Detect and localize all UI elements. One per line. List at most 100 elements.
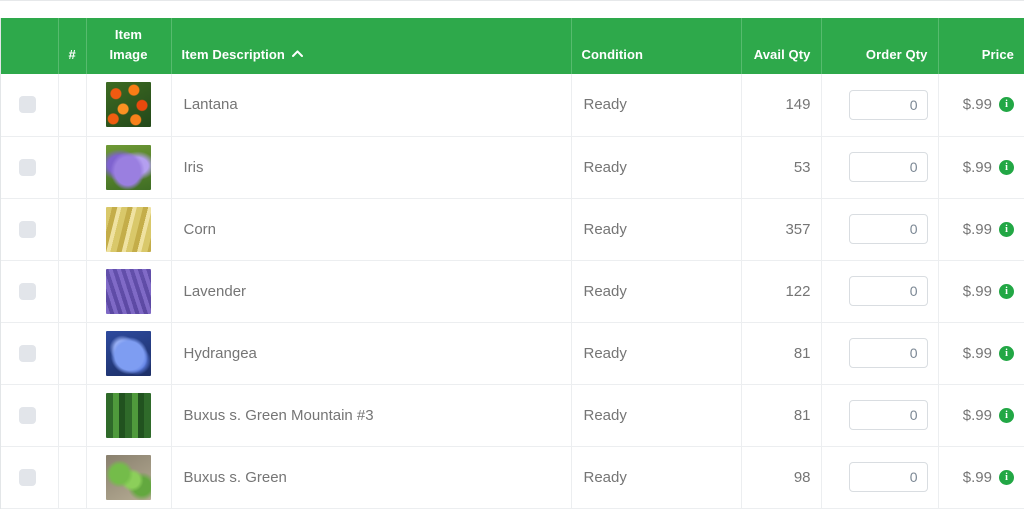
row-item-description-cell[interactable]: Corn (171, 198, 572, 261)
row-order-qty-cell[interactable] (821, 446, 939, 509)
top-divider (0, 0, 1024, 1)
row-avail-qty-cell: 81 (741, 384, 822, 447)
row-select-cell[interactable] (1, 322, 59, 385)
row-select-checkbox[interactable] (19, 344, 36, 362)
lavender-thumbnail[interactable] (106, 268, 151, 314)
row-avail-qty-cell: 357 (741, 198, 822, 261)
row-avail-qty-cell: 122 (741, 260, 822, 323)
row-avail-qty-cell: 98 (741, 446, 822, 509)
row-order-qty-cell[interactable] (821, 198, 939, 261)
row-image-cell[interactable] (86, 446, 172, 509)
row-image-cell[interactable] (86, 74, 172, 137)
order-qty-input[interactable] (848, 89, 928, 120)
row-price-cell: $.99 i (938, 322, 1024, 385)
row-order-qty-cell[interactable] (821, 74, 939, 137)
order-qty-input[interactable] (848, 276, 928, 306)
row-item-description-text: Iris (183, 158, 204, 176)
column-header-item-image[interactable]: Item Image (86, 18, 172, 74)
hydrangea-thumbnail[interactable] (106, 330, 151, 376)
iris-thumbnail[interactable] (106, 144, 151, 190)
lantana-thumbnail[interactable] (106, 82, 151, 128)
row-order-qty-cell[interactable] (821, 322, 939, 385)
row-item-description-cell[interactable]: Hydrangea (171, 322, 572, 385)
buxus-green-thumbnail[interactable] (106, 454, 151, 500)
row-select-checkbox[interactable] (19, 220, 36, 238)
row-item-description-cell[interactable]: Lavender (171, 260, 572, 323)
row-order-qty-cell[interactable] (821, 260, 939, 323)
row-select-cell[interactable] (1, 74, 59, 137)
row-select-checkbox[interactable] (19, 158, 36, 176)
price-group: $.99 i (949, 385, 1014, 446)
order-qty-input[interactable] (848, 462, 928, 492)
row-select-cell[interactable] (1, 384, 59, 447)
row-select-cell[interactable] (1, 446, 59, 509)
table-row[interactable]: Buxus s. Green Mountain #3 Ready81 $.99 i (1, 384, 1024, 447)
row-item-description-cell[interactable]: Lantana (171, 74, 572, 137)
info-icon[interactable]: i (999, 159, 1014, 175)
table-row[interactable]: Corn Ready357 $.99 i (1, 198, 1024, 261)
column-header-select[interactable] (1, 18, 59, 74)
row-price-cell: $.99 i (938, 136, 1024, 199)
header-row: # Item Image Item Description Condition … (1, 18, 1024, 74)
row-select-checkbox[interactable] (19, 406, 36, 424)
row-avail-qty-cell: 53 (741, 136, 822, 199)
row-item-description-text: Corn (183, 220, 217, 238)
row-select-cell[interactable] (1, 198, 59, 261)
column-header-condition[interactable]: Condition (571, 18, 742, 74)
row-order-qty-cell[interactable] (821, 384, 939, 447)
row-order-qty-cell[interactable] (821, 136, 939, 199)
row-image-cell[interactable] (86, 260, 172, 323)
info-icon[interactable]: i (999, 283, 1014, 299)
row-select-checkbox[interactable] (19, 96, 36, 114)
table-row[interactable]: Buxus s. Green Ready98 $.99 i (1, 446, 1024, 509)
row-item-description-cell[interactable]: Buxus s. Green (171, 446, 572, 509)
corn-thumbnail[interactable] (106, 206, 151, 252)
price-group: $.99 i (949, 137, 1014, 198)
row-price-text: $.99 (962, 220, 992, 238)
row-select-cell[interactable] (1, 136, 59, 199)
row-item-description-cell[interactable]: Iris (171, 136, 572, 199)
column-header-order-qty[interactable]: Order Qty (821, 18, 939, 74)
row-item-description-text: Buxus s. Green (183, 468, 287, 486)
column-header-item-description[interactable]: Item Description (171, 18, 572, 74)
info-icon[interactable]: i (999, 97, 1014, 113)
row-image-cell[interactable] (86, 384, 172, 447)
row-select-checkbox[interactable] (19, 282, 36, 300)
column-header-avail-qty[interactable]: Avail Qty (741, 18, 822, 74)
order-qty-input[interactable] (848, 338, 928, 368)
row-condition-cell: Ready (571, 260, 742, 323)
row-number-cell (58, 260, 87, 323)
column-header-price[interactable]: Price (938, 18, 1024, 74)
table-row[interactable]: Lavender Ready122 $.99 i (1, 260, 1024, 323)
row-number-cell (58, 74, 87, 137)
table-row[interactable]: Lantana Ready149 $.99 i (1, 74, 1024, 137)
column-header-number[interactable]: # (58, 18, 87, 74)
table-header: # Item Image Item Description Condition … (1, 18, 1024, 74)
order-qty-input[interactable] (848, 152, 928, 182)
row-item-description-text: Buxus s. Green Mountain #3 (183, 406, 374, 424)
order-qty-input[interactable] (848, 400, 928, 430)
row-select-cell[interactable] (1, 260, 59, 323)
row-image-cell[interactable] (86, 198, 172, 261)
table-row[interactable]: Hydrangea Ready81 $.99 i (1, 322, 1024, 385)
row-image-cell[interactable] (86, 136, 172, 199)
price-group: $.99 i (949, 323, 1014, 384)
row-condition-cell: Ready (571, 446, 742, 509)
order-qty-input[interactable] (848, 214, 928, 244)
buxus-green-mountain-thumbnail[interactable] (106, 392, 151, 438)
row-avail-qty-cell: 149 (741, 74, 822, 137)
info-icon[interactable]: i (999, 469, 1014, 485)
row-number-cell (58, 384, 87, 447)
row-select-checkbox[interactable] (19, 468, 36, 486)
column-header-item-description-label: Item Description (181, 46, 285, 62)
info-icon[interactable]: i (999, 345, 1014, 361)
row-item-description-cell[interactable]: Buxus s. Green Mountain #3 (171, 384, 572, 447)
row-price-text: $.99 (962, 96, 992, 114)
info-icon[interactable]: i (999, 407, 1014, 423)
row-image-cell[interactable] (86, 322, 172, 385)
table-row[interactable]: Iris Ready53 $.99 i (1, 136, 1024, 199)
info-icon[interactable]: i (999, 221, 1014, 237)
row-number-cell (58, 322, 87, 385)
inventory-table-container: # Item Image Item Description Condition … (0, 18, 1024, 509)
row-price-cell: $.99 i (938, 384, 1024, 447)
